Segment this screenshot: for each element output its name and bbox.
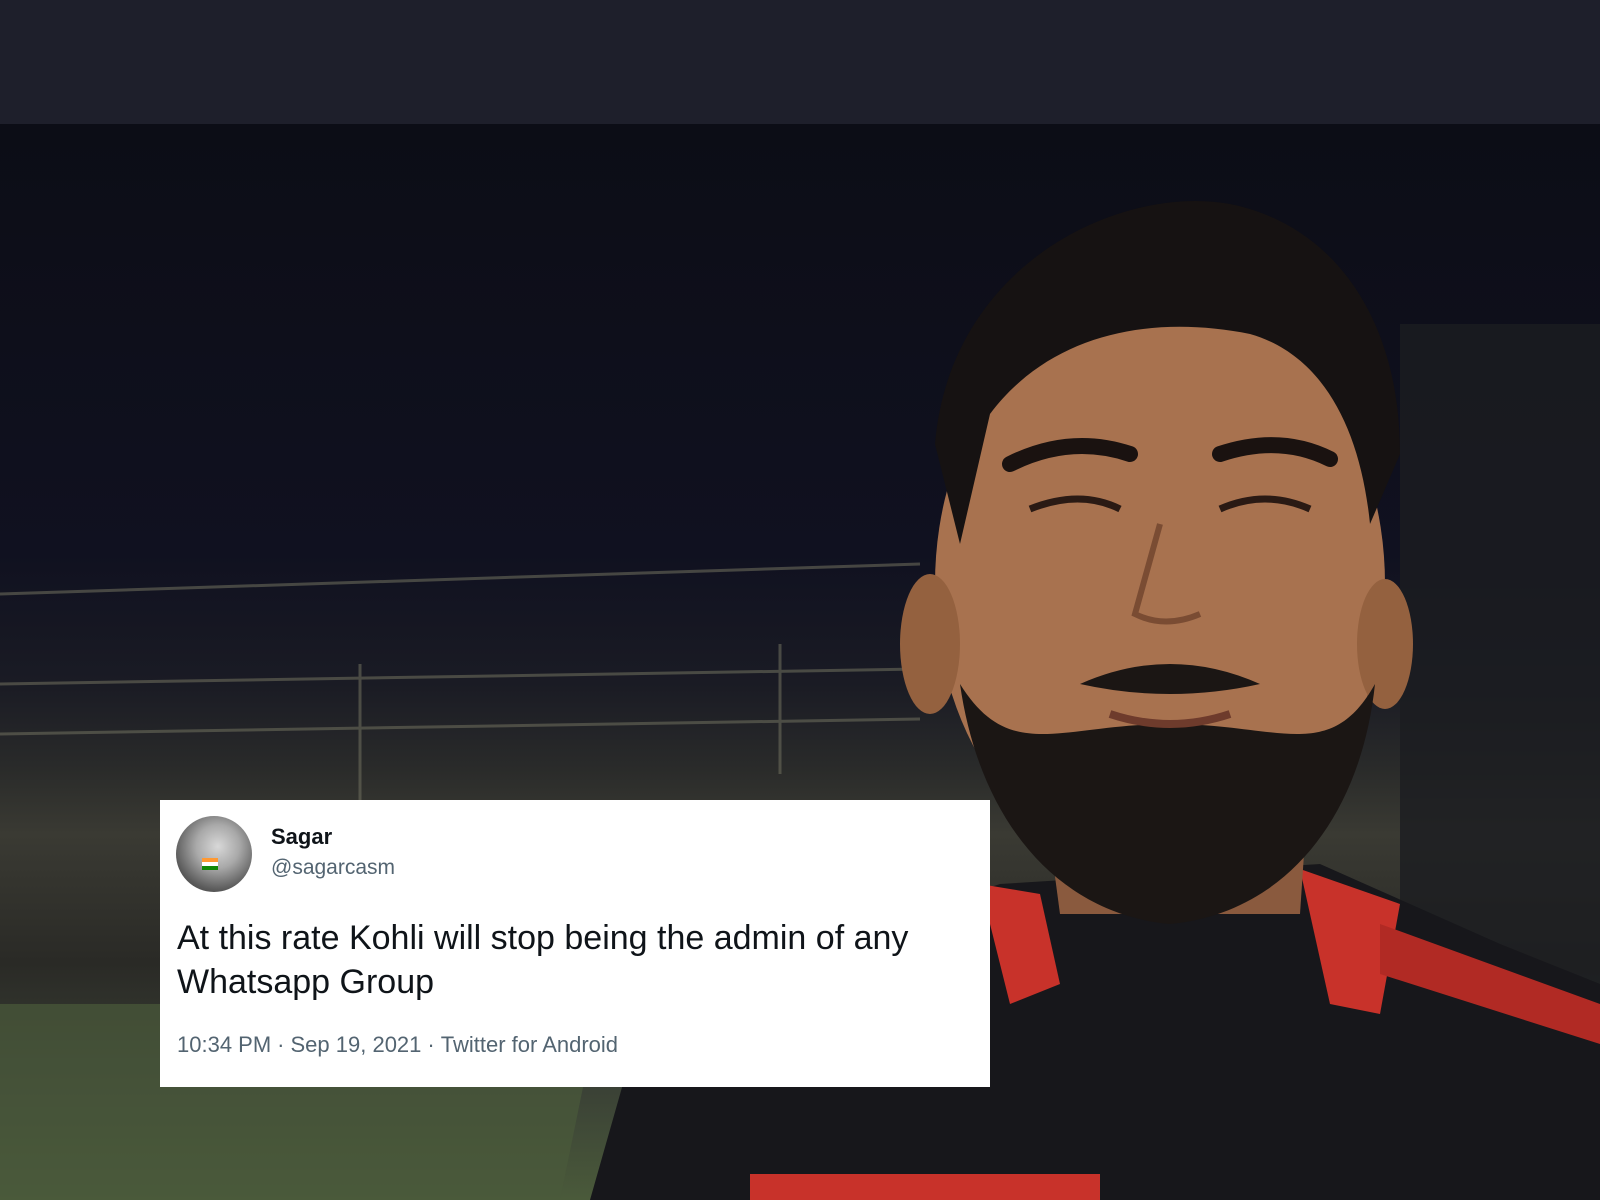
- meme-image: Sagar @sagarcasm At this rate Kohli will…: [0, 0, 1600, 1200]
- tweet-text: At this rate Kohli will stop being the a…: [177, 919, 909, 1001]
- tweet-date[interactable]: Sep 19, 2021: [291, 1032, 422, 1057]
- jersey-logo-band: [750, 1174, 1100, 1200]
- author-handle[interactable]: @sagarcasm: [271, 856, 395, 880]
- tweet-card[interactable]: Sagar @sagarcasm At this rate Kohli will…: [160, 800, 990, 1087]
- meta-separator: ·: [427, 1032, 435, 1057]
- tweet-meta: 10:34 PM · Sep 19, 2021 · Twitter for Androi…: [177, 1032, 618, 1058]
- ear-right: [1357, 579, 1413, 709]
- india-flag-icon: [202, 858, 218, 870]
- ear-left: [900, 574, 960, 714]
- tweet-source[interactable]: Twitter for Android: [441, 1032, 618, 1057]
- avatar[interactable]: [176, 816, 252, 892]
- author-name[interactable]: Sagar: [271, 824, 332, 850]
- tweet-time[interactable]: 10:34 PM: [177, 1032, 271, 1057]
- top-band: [0, 0, 1600, 124]
- meta-separator: ·: [277, 1032, 285, 1057]
